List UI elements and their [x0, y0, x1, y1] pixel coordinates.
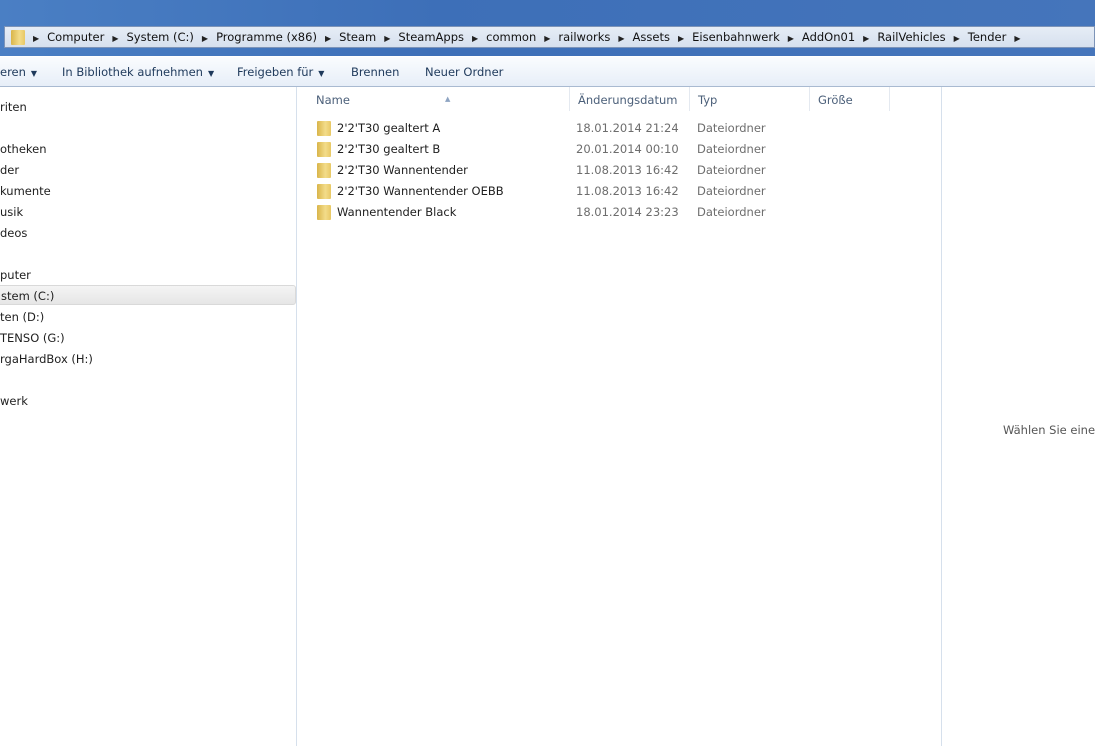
breadcrumb-item[interactable]: railworks: [558, 30, 610, 44]
file-date: 18.01.2014 21:24: [576, 121, 679, 135]
nav-item-computer[interactable]: puter: [0, 265, 31, 285]
breadcrumb-arrow-icon[interactable]: ▶: [33, 34, 39, 43]
preview-message: Wählen Sie eine D: [1003, 423, 1095, 437]
breadcrumb-item[interactable]: AddOn01: [802, 30, 855, 44]
file-date: 11.08.2013 16:42: [576, 184, 679, 198]
breadcrumb-item[interactable]: Tender: [968, 30, 1007, 44]
breadcrumb-arrow-icon[interactable]: ▶: [863, 34, 869, 43]
folder-icon: [317, 163, 331, 178]
breadcrumb-arrow-icon[interactable]: ▶: [325, 34, 331, 43]
breadcrumb-arrow-icon[interactable]: ▶: [1014, 34, 1020, 43]
share-button[interactable]: Freigeben für ▼: [237, 65, 324, 79]
breadcrumb: ▶ Computer ▶ System (C:) ▶ Programme (x86) ▶ St…: [25, 30, 1028, 44]
column-name-label: Name: [316, 93, 350, 107]
new-folder-button[interactable]: Neuer Ordner: [425, 65, 503, 79]
file-type: Dateiordner: [697, 184, 766, 198]
sort-ascending-icon: ▲: [445, 95, 451, 103]
file-name: 2'2'T30 Wannentender: [337, 163, 468, 177]
file-list: Name ▲ Änderungsdatum Typ Größe 2'2'T30 g…: [298, 87, 941, 746]
breadcrumb-arrow-icon[interactable]: ▶: [954, 34, 960, 43]
folder-icon: [317, 184, 331, 199]
file-name: 2'2'T30 gealtert A: [337, 121, 441, 135]
nav-item-videos[interactable]: deos: [0, 223, 27, 243]
column-header-date[interactable]: Änderungsdatum: [570, 87, 690, 111]
burn-button[interactable]: Brennen: [351, 65, 399, 79]
breadcrumb-item[interactable]: RailVehicles: [877, 30, 945, 44]
address-bar[interactable]: ▶ Computer ▶ System (C:) ▶ Programme (x86) ▶ St…: [4, 26, 1095, 48]
folder-icon: [317, 142, 331, 157]
chevron-down-icon: ▼: [318, 69, 325, 78]
nav-item-libraries[interactable]: otheken: [0, 139, 47, 159]
column-header-name[interactable]: Name ▲: [308, 87, 570, 111]
breadcrumb-arrow-icon[interactable]: ▶: [202, 34, 208, 43]
organize-button[interactable]: eren ▼: [0, 65, 37, 79]
nav-item-documents[interactable]: kumente: [0, 181, 51, 201]
file-date: 18.01.2014 23:23: [576, 205, 679, 219]
breadcrumb-arrow-icon[interactable]: ▶: [112, 34, 118, 43]
file-row[interactable]: 2'2'T30 gealtert B 20.01.2014 00:10 Dateio…: [316, 139, 776, 160]
breadcrumb-item[interactable]: SteamApps: [398, 30, 464, 44]
breadcrumb-arrow-icon[interactable]: ▶: [788, 34, 794, 43]
chevron-down-icon: ▼: [207, 69, 215, 78]
breadcrumb-item[interactable]: System (C:): [126, 30, 193, 44]
breadcrumb-item[interactable]: common: [486, 30, 536, 44]
file-name: Wannentender Black: [337, 205, 457, 219]
file-type: Dateiordner: [697, 121, 766, 135]
preview-pane: Wählen Sie eine D: [941, 87, 1095, 746]
nav-item-favorites[interactable]: riten: [0, 97, 27, 117]
file-name: 2'2'T30 gealtert B: [337, 142, 441, 156]
breadcrumb-item[interactable]: Computer: [47, 30, 104, 44]
nav-item-network[interactable]: werk: [0, 391, 28, 411]
navigation-pane: riten otheken der kumente usik deos pute…: [0, 87, 297, 746]
breadcrumb-arrow-icon[interactable]: ▶: [544, 34, 550, 43]
folder-icon: [317, 205, 331, 220]
breadcrumb-arrow-icon[interactable]: ▶: [384, 34, 390, 43]
nav-item-drive-h[interactable]: rgaHardBox (H:): [0, 349, 93, 369]
nav-item-pictures[interactable]: der: [0, 160, 19, 180]
nav-item-drive-d[interactable]: ten (D:): [0, 307, 44, 327]
breadcrumb-item[interactable]: Eisenbahnwerk: [692, 30, 780, 44]
file-row[interactable]: 2'2'T30 gealtert A 18.01.2014 21:24 Dateio…: [316, 118, 776, 139]
nav-item-system-c[interactable]: stem (C:): [0, 285, 296, 305]
add-to-library-label: In Bibliothek aufnehmen: [62, 65, 203, 79]
file-name: 2'2'T30 Wannentender OEBB: [337, 184, 504, 198]
breadcrumb-item[interactable]: Assets: [633, 30, 670, 44]
add-to-library-button[interactable]: In Bibliothek aufnehmen ▼: [62, 65, 214, 79]
breadcrumb-arrow-icon[interactable]: ▶: [678, 34, 684, 43]
breadcrumb-item[interactable]: Programme (x86): [216, 30, 317, 44]
command-bar: eren ▼ In Bibliothek aufnehmen ▼ Freigeben…: [0, 56, 1095, 87]
column-header-type[interactable]: Typ: [690, 87, 810, 111]
file-type: Dateiordner: [697, 163, 766, 177]
file-row[interactable]: Wannentender Black 18.01.2014 23:23 Dateio…: [316, 202, 776, 223]
file-date: 11.08.2013 16:42: [576, 163, 679, 177]
file-type: Dateiordner: [697, 142, 766, 156]
breadcrumb-arrow-icon[interactable]: ▶: [618, 34, 624, 43]
file-row[interactable]: 2'2'T30 Wannentender OEBB 11.08.2013 16:4…: [316, 181, 776, 202]
file-type: Dateiordner: [697, 205, 766, 219]
breadcrumb-item[interactable]: Steam: [339, 30, 376, 44]
chevron-down-icon: ▼: [30, 69, 38, 78]
nav-item-music[interactable]: usik: [0, 202, 23, 222]
folder-icon: [11, 29, 25, 45]
column-header-size[interactable]: Größe: [810, 87, 890, 111]
breadcrumb-arrow-icon[interactable]: ▶: [472, 34, 478, 43]
organize-label: eren: [0, 65, 26, 79]
file-date: 20.01.2014 00:10: [576, 142, 679, 156]
folder-icon: [317, 121, 331, 136]
file-row[interactable]: 2'2'T30 Wannentender 11.08.2013 16:42 Date…: [316, 160, 776, 181]
share-label: Freigeben für: [237, 65, 314, 79]
nav-item-drive-g[interactable]: TENSO (G:): [0, 328, 65, 348]
